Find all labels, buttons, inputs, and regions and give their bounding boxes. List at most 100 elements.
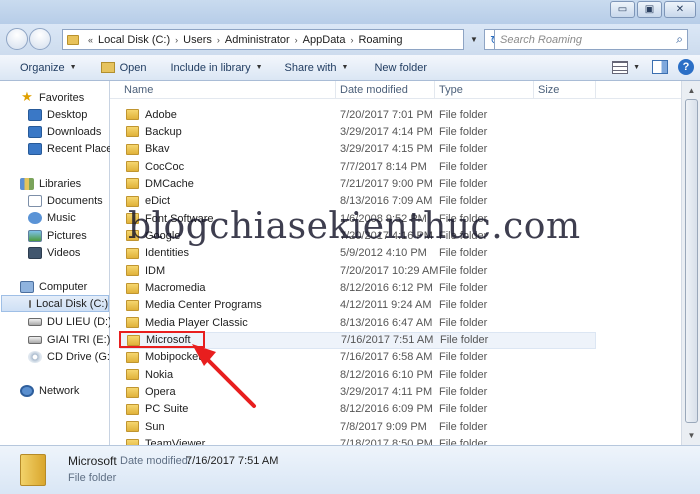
maximize-button[interactable]: ▣ bbox=[637, 1, 662, 18]
file-name: Sun bbox=[145, 420, 165, 433]
folder-icon bbox=[20, 454, 46, 486]
hard-drive-icon bbox=[28, 335, 42, 344]
file-type: File folder bbox=[439, 108, 488, 121]
file-type: File folder bbox=[439, 282, 488, 294]
file-row[interactable]: Media Player Classic 8/13/2016 6:47 AM Fil… bbox=[120, 314, 596, 331]
file-type: File folder bbox=[439, 420, 488, 433]
nav-label: Libraries bbox=[39, 177, 82, 190]
videos-icon bbox=[28, 246, 42, 259]
search-input[interactable]: Search Roaming ⌕ bbox=[494, 29, 688, 50]
column-header-size[interactable]: Size bbox=[534, 81, 596, 99]
nav-music[interactable]: Music bbox=[28, 209, 76, 226]
breadcrumb-separator[interactable]: › bbox=[175, 35, 178, 45]
scroll-up-icon[interactable]: ▲ bbox=[684, 83, 699, 98]
downloads-icon bbox=[28, 125, 42, 138]
file-row[interactable]: DMCache 7/21/2017 9:00 PM File folder bbox=[120, 175, 596, 192]
selected-name: Microsoft bbox=[68, 454, 117, 468]
nav-libraries[interactable]: Libraries bbox=[20, 175, 81, 192]
nav-videos[interactable]: Videos bbox=[28, 244, 80, 261]
file-row[interactable]: IDM 7/20/2017 10:29 AM File folder bbox=[120, 262, 596, 279]
nav-favorites[interactable]: ★ Favorites bbox=[20, 89, 84, 106]
nav-label: DU LIEU (D:) bbox=[47, 315, 112, 328]
preview-pane-icon[interactable] bbox=[652, 60, 668, 74]
nav-local-disk-c[interactable]: Local Disk (C:) bbox=[1, 295, 109, 312]
file-date-modified: 7/8/2017 9:09 PM bbox=[340, 420, 427, 433]
nav-pictures[interactable]: Pictures bbox=[28, 227, 87, 244]
share-with-button[interactable]: Share with ▼ bbox=[277, 57, 357, 79]
file-row[interactable]: Identities 5/9/2012 4:10 PM File folder bbox=[120, 245, 596, 262]
open-button[interactable]: Open bbox=[93, 57, 155, 79]
nav-documents[interactable]: Documents bbox=[28, 192, 103, 209]
column-header-type[interactable]: Type bbox=[435, 81, 534, 99]
folder-icon bbox=[126, 265, 139, 277]
forward-button[interactable] bbox=[29, 28, 51, 50]
vertical-scrollbar[interactable]: ▲ ▼ bbox=[681, 81, 700, 445]
include-in-library-button[interactable]: Include in library ▼ bbox=[163, 57, 271, 79]
file-row[interactable]: CocCoc 7/7/2017 8:14 PM File folder bbox=[120, 158, 596, 175]
breadcrumb-item[interactable]: Local Disk (C:) bbox=[98, 34, 170, 46]
breadcrumb-overflow[interactable]: « bbox=[88, 35, 93, 45]
breadcrumb-item[interactable]: Roaming bbox=[358, 34, 402, 46]
help-icon[interactable]: ? bbox=[678, 59, 694, 75]
file-row[interactable]: Mobipocket 7/16/2017 6:58 AM File folder bbox=[120, 349, 596, 366]
column-header-date-modified[interactable]: Date modified bbox=[336, 81, 435, 99]
folder-icon bbox=[126, 178, 139, 190]
chevron-down-icon[interactable]: ▼ bbox=[633, 64, 640, 71]
nav-cd-drive-g[interactable]: CD Drive (G:) bbox=[28, 348, 114, 365]
nav-label: Favorites bbox=[39, 91, 85, 104]
address-row: « Local Disk (C:) › Users › Administrato… bbox=[0, 24, 700, 55]
nav-computer[interactable]: Computer bbox=[20, 278, 87, 295]
folder-icon bbox=[67, 34, 79, 45]
address-bar[interactable]: « Local Disk (C:) › Users › Administrato… bbox=[62, 29, 464, 50]
close-button[interactable]: ✕ bbox=[664, 1, 696, 18]
column-header-name[interactable]: Name bbox=[120, 81, 336, 99]
file-row[interactable]: eDict 8/13/2016 7:09 AM File folder bbox=[120, 193, 596, 210]
nav-desktop[interactable]: Desktop bbox=[28, 106, 87, 123]
breadcrumb-item[interactable]: Users bbox=[183, 34, 212, 46]
nav-recent-places[interactable]: Recent Places bbox=[28, 140, 118, 157]
new-folder-button[interactable]: New folder bbox=[366, 57, 435, 79]
nav-label: Downloads bbox=[47, 125, 102, 138]
breadcrumb-separator[interactable]: › bbox=[350, 35, 353, 45]
nav-label: Desktop bbox=[47, 108, 88, 121]
views-icon[interactable] bbox=[612, 60, 629, 74]
breadcrumb-separator[interactable]: › bbox=[295, 35, 298, 45]
file-date-modified: 8/12/2016 6:10 PM bbox=[340, 368, 433, 381]
address-dropdown-button[interactable]: ▼ bbox=[466, 29, 482, 50]
nav-label: GIAI TRI (E:) bbox=[47, 333, 111, 346]
breadcrumb-item[interactable]: AppData bbox=[303, 34, 346, 46]
file-row[interactable]: Font Software 1/6/2008 9:52 PM File folder bbox=[120, 210, 596, 227]
breadcrumb-item[interactable]: Administrator bbox=[225, 34, 290, 46]
file-row[interactable]: Backup 3/29/2017 4:14 PM File folder bbox=[120, 123, 596, 140]
window-controls: ▭ ▣ ✕ bbox=[608, 1, 696, 18]
view-controls: ▼ ? bbox=[612, 59, 694, 75]
file-row[interactable]: Microsoft 7/16/2017 7:51 AM File folder bbox=[120, 331, 596, 349]
breadcrumb-separator[interactable]: › bbox=[217, 35, 220, 45]
file-row[interactable]: Adobe 7/20/2017 7:01 PM File folder bbox=[120, 106, 596, 123]
nav-label: Music bbox=[47, 211, 76, 224]
nav-giai-tri-e[interactable]: GIAI TRI (E:) bbox=[28, 331, 110, 348]
file-row[interactable]: Media Center Programs 4/12/2011 9:24 AM Fi… bbox=[120, 297, 596, 314]
nav-network[interactable]: Network bbox=[20, 382, 79, 399]
file-row[interactable]: PC Suite 8/12/2016 6:09 PM File folder bbox=[120, 401, 596, 418]
organize-button[interactable]: Organize ▼ bbox=[12, 57, 85, 79]
file-row[interactable]: Opera 3/29/2017 4:11 PM File folder bbox=[120, 384, 596, 401]
file-row[interactable]: Macromedia 8/12/2016 6:12 PM File folder bbox=[120, 280, 596, 297]
file-row[interactable]: Bkav 3/29/2017 4:15 PM File folder bbox=[120, 141, 596, 158]
back-button[interactable] bbox=[6, 28, 28, 50]
file-row[interactable]: Nokia 8/12/2016 6:10 PM File folder bbox=[120, 366, 596, 383]
file-row[interactable]: Sun 7/8/2017 9:09 PM File folder bbox=[120, 418, 596, 435]
documents-icon bbox=[28, 194, 42, 207]
file-type: File folder bbox=[439, 177, 488, 190]
minimize-button[interactable]: ▭ bbox=[610, 1, 635, 18]
nav-du-lieu-d[interactable]: DU LIEU (D:) bbox=[28, 313, 112, 330]
file-row[interactable]: Google 7/20/2017 4:16 PM File folder bbox=[120, 227, 596, 244]
folder-icon bbox=[126, 351, 139, 363]
organize-label: Organize bbox=[20, 61, 65, 74]
pictures-icon bbox=[28, 229, 42, 242]
scroll-thumb[interactable] bbox=[685, 99, 698, 423]
scroll-down-icon[interactable]: ▼ bbox=[684, 428, 699, 443]
file-name: Media Player Classic bbox=[145, 316, 248, 329]
file-row[interactable]: TeamViewer 7/18/2017 8:50 PM File folder bbox=[120, 436, 596, 445]
nav-downloads[interactable]: Downloads bbox=[28, 123, 101, 140]
